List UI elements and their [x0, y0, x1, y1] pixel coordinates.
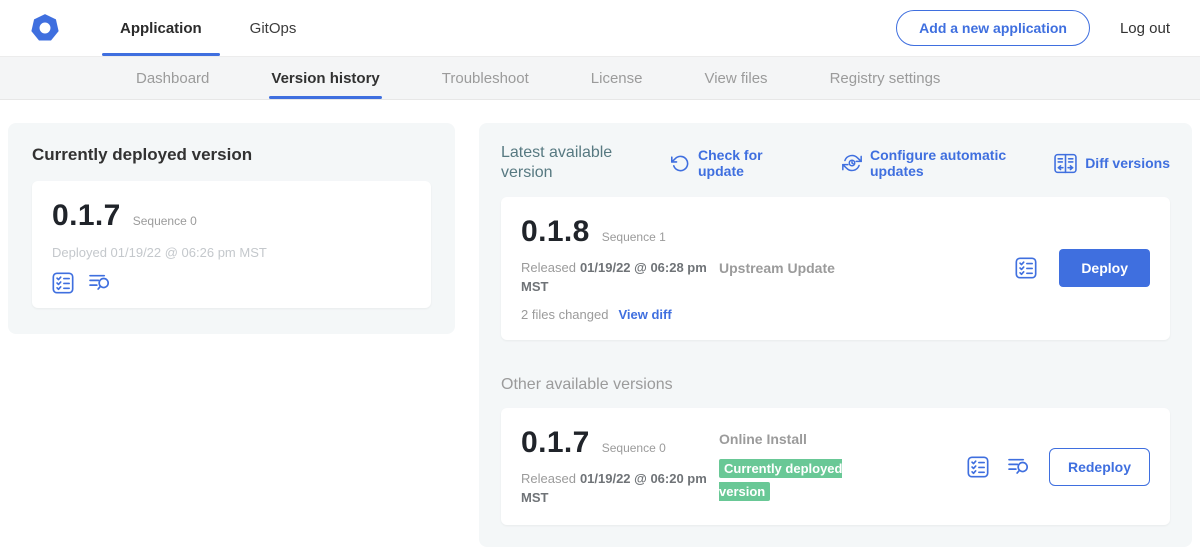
subnav-item-license[interactable]: License: [583, 57, 651, 99]
subnav-label: Troubleshoot: [442, 70, 529, 87]
active-subnav-indicator: [269, 96, 381, 99]
deployed-version-number: 0.1.7: [52, 199, 121, 233]
subnav-item-registry-settings[interactable]: Registry settings: [822, 57, 949, 99]
deployed-timestamp: Deployed 01/19/22 @ 06:26 pm MST: [52, 245, 411, 260]
app-subnav: Dashboard Version history Troubleshoot L…: [0, 57, 1200, 100]
configure-auto-updates-label: Configure automatic updates: [870, 147, 1030, 179]
release-notes-icon[interactable]: [52, 272, 74, 294]
topbar-right: Add a new application Log out: [896, 10, 1170, 46]
add-application-button[interactable]: Add a new application: [896, 10, 1090, 46]
check-for-update-label: Check for update: [698, 147, 780, 179]
rotate-ccw-icon: [671, 154, 690, 173]
deployed-badge-wrap: Currently deployed version: [719, 457, 871, 503]
subnav-item-troubleshoot[interactable]: Troubleshoot: [434, 57, 537, 99]
refresh-clock-icon: [842, 153, 862, 173]
version-row: 0.1.8 Sequence 1: [521, 215, 719, 249]
diff-versions-link[interactable]: Diff versions: [1054, 153, 1170, 174]
other-version-card: 0.1.7 Sequence 0 Released01/19/22 @ 06:2…: [501, 408, 1170, 526]
install-type-label: Online Install: [719, 431, 967, 447]
diff-versions-label: Diff versions: [1085, 155, 1170, 171]
latest-released-timestamp: Released01/19/22 @ 06:28 pm MST: [521, 259, 711, 297]
tab-gitops[interactable]: GitOps: [226, 0, 321, 56]
other-version-number: 0.1.7: [521, 426, 590, 460]
latest-sequence-label: Sequence 1: [602, 230, 666, 244]
tab-gitops-label: GitOps: [250, 20, 297, 37]
logout-link[interactable]: Log out: [1120, 20, 1170, 37]
top-tabs: Application GitOps: [96, 0, 320, 56]
tab-application-label: Application: [120, 20, 202, 37]
subnav-label: Registry settings: [830, 70, 941, 87]
deploy-button[interactable]: Deploy: [1059, 249, 1150, 287]
other-version-info: 0.1.7 Sequence 0 Released01/19/22 @ 06:2…: [521, 426, 719, 508]
currently-deployed-panel: Currently deployed version 0.1.7 Sequenc…: [8, 123, 455, 334]
active-tab-indicator: [102, 53, 220, 56]
latest-version-info: 0.1.8 Sequence 1 Released01/19/22 @ 06:2…: [521, 215, 719, 322]
app-logo-icon: [30, 13, 60, 43]
check-for-update-link[interactable]: Check for update: [671, 147, 780, 179]
released-prefix: Released: [521, 260, 576, 275]
other-version-source: Online Install Currently deployed versio…: [719, 431, 967, 503]
view-diff-link[interactable]: View diff: [618, 307, 671, 322]
other-version-actions: Redeploy: [967, 448, 1150, 486]
currently-deployed-badge: Currently deployed version: [719, 459, 842, 501]
subnav-label: Version history: [271, 70, 379, 87]
available-panel-header: Latest available version Check for updat…: [501, 143, 1170, 183]
version-row: 0.1.7 Sequence 0: [521, 426, 719, 460]
diff-versions-icon: [1054, 153, 1077, 174]
redeploy-button[interactable]: Redeploy: [1049, 448, 1150, 486]
other-released-timestamp: Released01/19/22 @ 06:20 pm MST: [521, 470, 711, 508]
deployed-card-actions: [52, 272, 411, 294]
version-row: 0.1.7 Sequence 0: [52, 199, 411, 233]
tab-application[interactable]: Application: [96, 0, 226, 56]
release-notes-icon[interactable]: [967, 456, 989, 478]
configure-auto-updates-link[interactable]: Configure automatic updates: [842, 147, 1030, 179]
latest-version-source: Upstream Update: [719, 260, 1015, 276]
latest-version-actions: Deploy: [1015, 249, 1150, 287]
other-sequence-label: Sequence 0: [602, 441, 666, 455]
subnav-item-version-history[interactable]: Version history: [263, 57, 387, 99]
deployed-sequence-label: Sequence 0: [133, 214, 197, 228]
deployed-panel-title: Currently deployed version: [32, 145, 431, 165]
other-versions-title: Other available versions: [501, 376, 1170, 394]
subnav-label: View files: [704, 70, 767, 87]
topbar: Application GitOps Add a new application…: [0, 0, 1200, 57]
subnav-label: Dashboard: [136, 70, 209, 87]
available-versions-panel: Latest available version Check for updat…: [479, 123, 1192, 547]
latest-available-title: Latest available version: [501, 143, 659, 183]
view-logs-icon[interactable]: [88, 272, 112, 294]
subnav-item-view-files[interactable]: View files: [696, 57, 775, 99]
release-notes-icon[interactable]: [1015, 257, 1037, 279]
files-changed-label: 2 files changed: [521, 307, 608, 322]
subnav-label: License: [591, 70, 643, 87]
latest-version-card: 0.1.8 Sequence 1 Released01/19/22 @ 06:2…: [501, 197, 1170, 340]
view-logs-icon[interactable]: [1007, 456, 1031, 477]
files-changed-row: 2 files changed View diff: [521, 307, 719, 322]
subnav-item-dashboard[interactable]: Dashboard: [128, 57, 217, 99]
main-content: Currently deployed version 0.1.7 Sequenc…: [0, 100, 1200, 547]
deployed-version-card: 0.1.7 Sequence 0 Deployed 01/19/22 @ 06:…: [32, 181, 431, 308]
latest-version-number: 0.1.8: [521, 215, 590, 249]
released-prefix: Released: [521, 471, 576, 486]
